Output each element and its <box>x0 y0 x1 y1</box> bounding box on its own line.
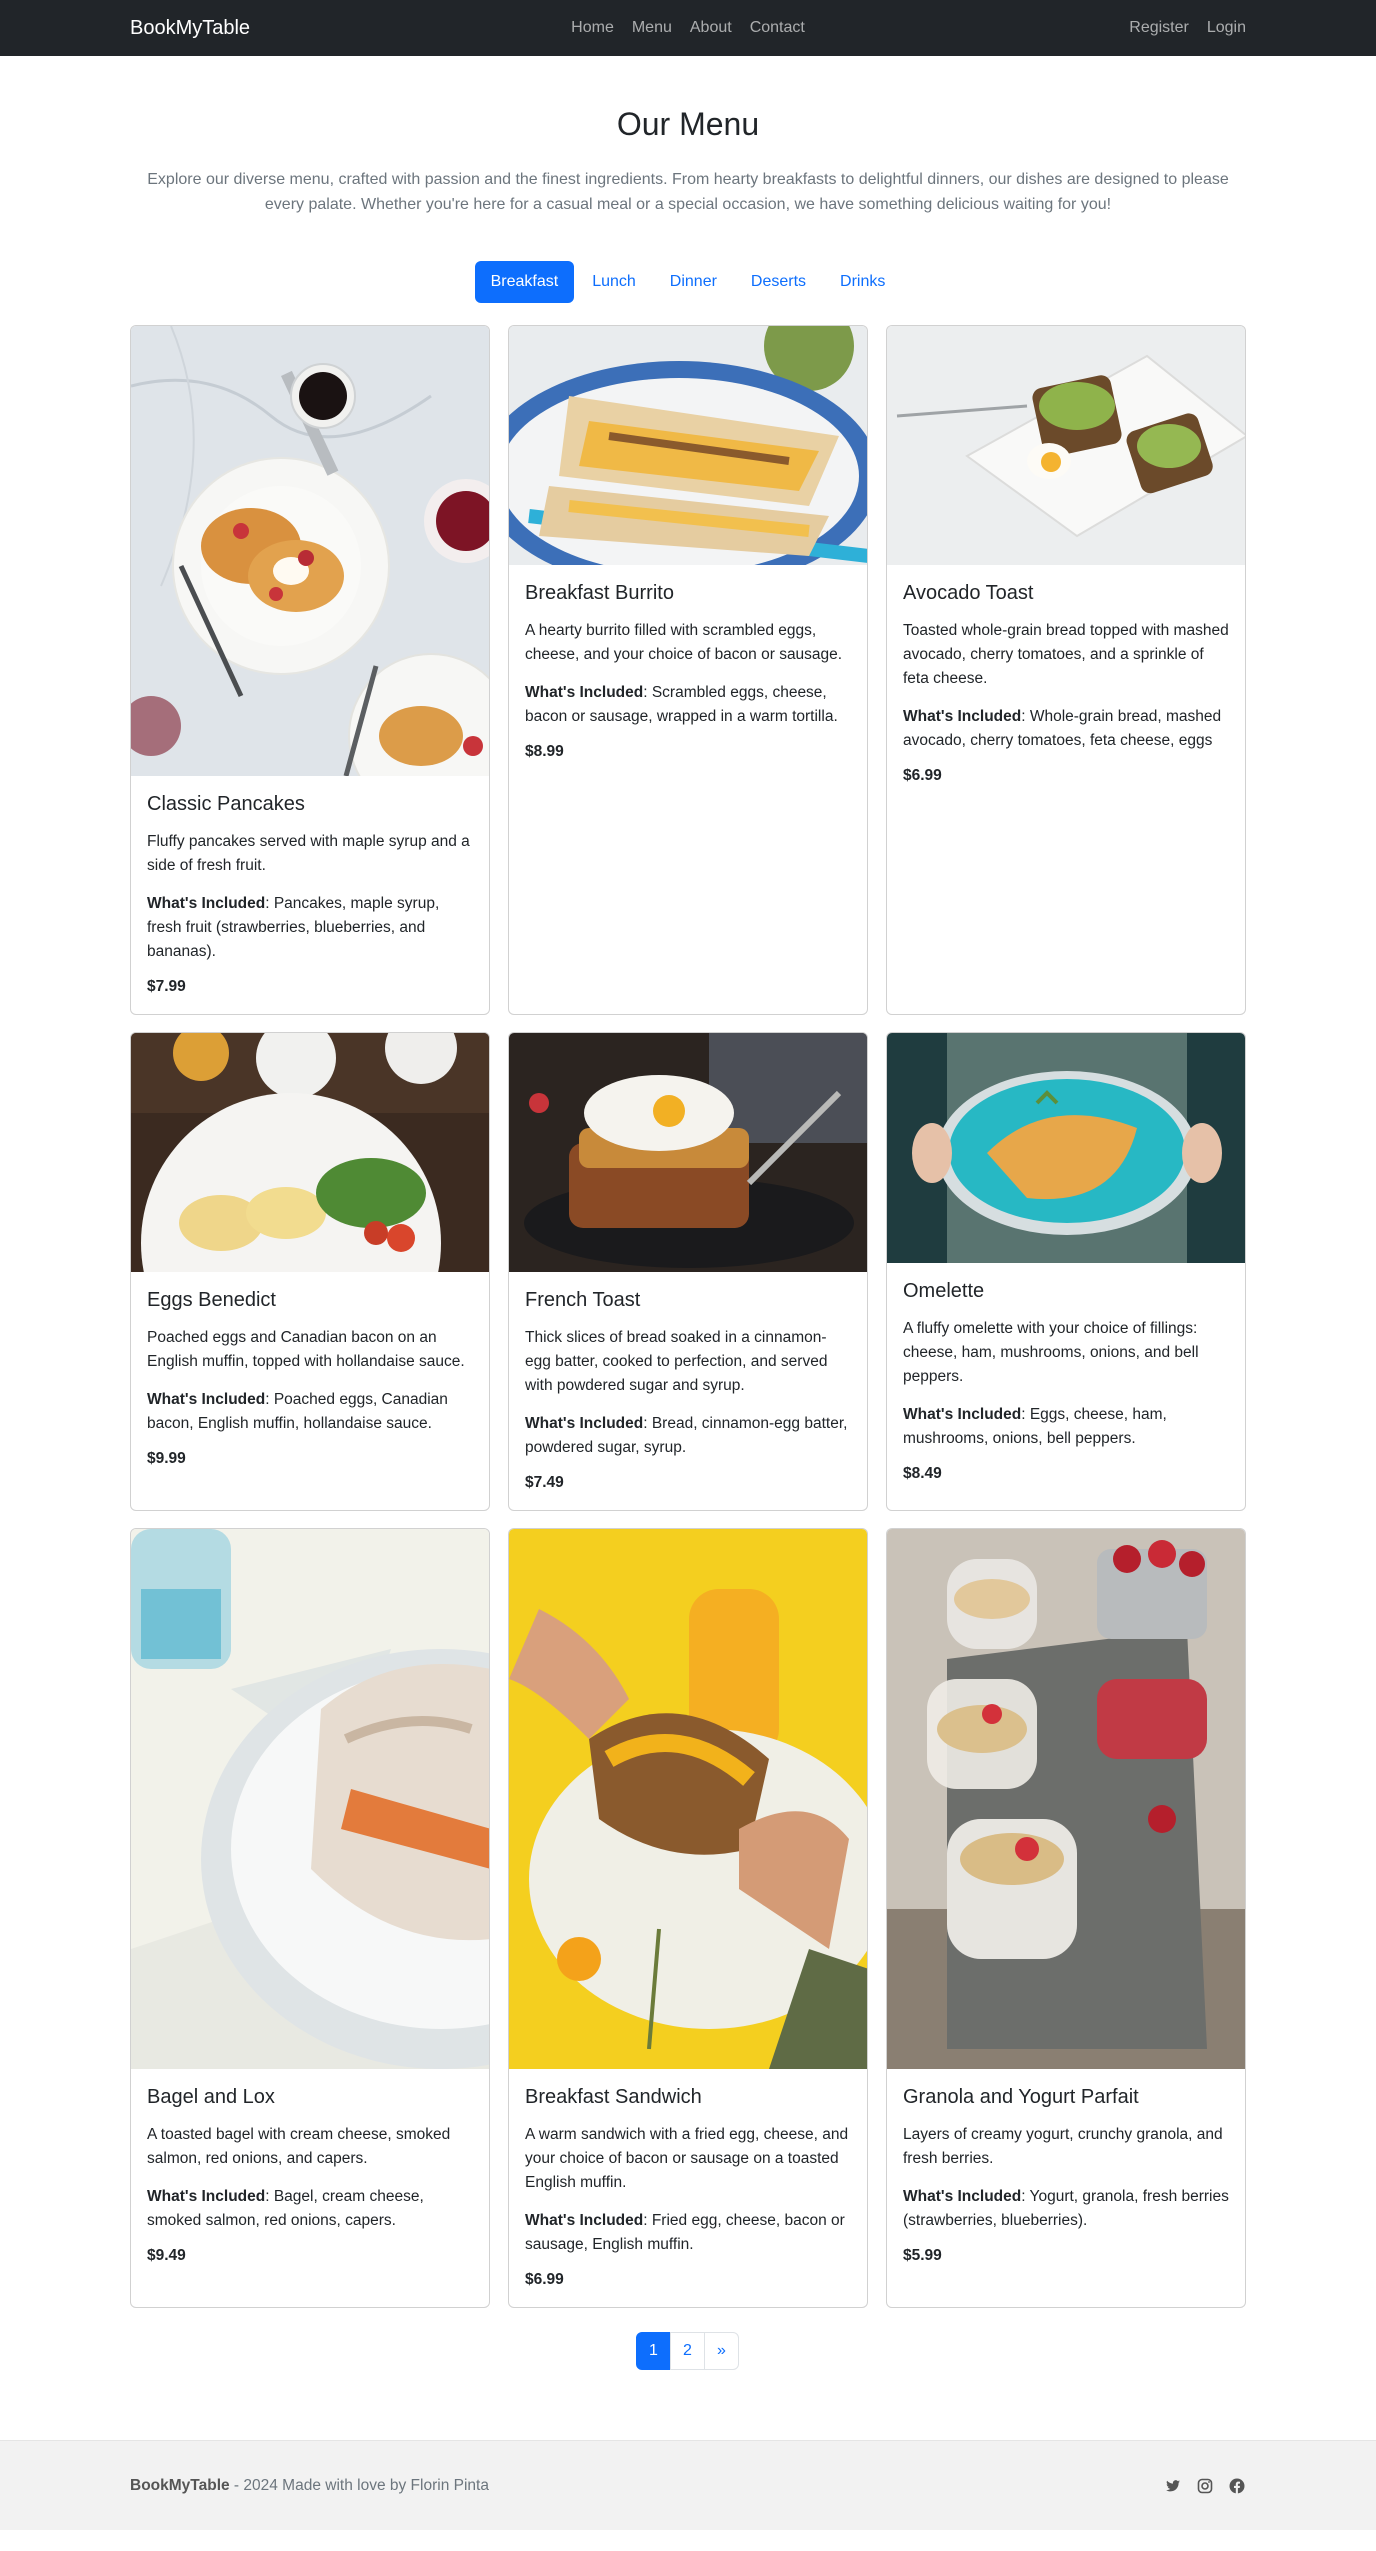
menu-card: Bagel and Lox A toasted bagel with cream… <box>130 1528 490 2308</box>
item-description: Poached eggs and Canadian bacon on an En… <box>147 1329 465 1370</box>
category-tabs: Breakfast Lunch Dinner Deserts Drinks <box>0 261 1376 303</box>
footer: BookMyTable - 2024 Made with love by Flo… <box>0 2440 1376 2530</box>
next-page-button[interactable]: » <box>704 2332 739 2370</box>
item-price: $7.99 <box>147 978 186 995</box>
item-title: Bagel and Lox <box>147 2086 275 2108</box>
included-label: What's Included <box>903 2188 1022 2205</box>
menu-card: French Toast Thick slices of bread soake… <box>508 1032 868 1511</box>
included-label: What's Included <box>903 708 1022 725</box>
item-description: A fluffy omelette with your choice of fi… <box>903 1320 1199 1385</box>
included-label: What's Included <box>147 2188 266 2205</box>
nav-about[interactable]: About <box>690 19 732 37</box>
menu-card: Breakfast Burrito A hearty burrito fille… <box>508 325 868 1015</box>
item-price: $5.99 <box>903 2247 942 2264</box>
parfait-photo <box>887 1529 1245 2069</box>
item-included: What's Included: Fried egg, cheese, baco… <box>525 2209 851 2257</box>
avocado-toast-photo <box>887 326 1245 565</box>
item-title: Breakfast Sandwich <box>525 2086 702 2108</box>
item-included: What's Included: Scrambled eggs, cheese,… <box>525 681 851 729</box>
item-title: Eggs Benedict <box>147 1289 276 1311</box>
nav-menu[interactable]: Menu <box>632 19 672 37</box>
item-description: Fluffy pancakes served with maple syrup … <box>147 833 470 874</box>
navbar: BookMyTable Home Menu About Contact Regi… <box>0 0 1376 56</box>
menu-card: Granola and Yogurt Parfait Layers of cre… <box>886 1528 1246 2308</box>
tab-dinner[interactable]: Dinner <box>654 261 733 303</box>
pagination: 1 2 » <box>0 2332 1376 2370</box>
footer-brand: BookMyTable <box>130 2476 230 2494</box>
menu-card: Eggs Benedict Poached eggs and Canadian … <box>130 1032 490 1511</box>
included-label: What's Included <box>525 1415 644 1432</box>
brand-logo[interactable]: BookMyTable <box>130 17 250 40</box>
pancakes-photo <box>131 326 489 776</box>
menu-card: Classic Pancakes Fluffy pancakes served … <box>130 325 490 1015</box>
tab-deserts[interactable]: Deserts <box>735 261 822 303</box>
item-included: What's Included: Pancakes, maple syrup, … <box>147 892 473 964</box>
menu-grid: Classic Pancakes Fluffy pancakes served … <box>130 325 1246 2308</box>
omelette-photo <box>887 1033 1245 1263</box>
item-price: $8.99 <box>525 743 564 760</box>
item-title: Breakfast Burrito <box>525 582 674 604</box>
item-description: A hearty burrito filled with scrambled e… <box>525 622 843 663</box>
item-included: What's Included: Poached eggs, Canadian … <box>147 1388 473 1436</box>
item-price: $8.49 <box>903 1465 942 1482</box>
page-title: Our Menu <box>616 106 760 142</box>
twitter-icon[interactable] <box>1164 2477 1182 2495</box>
menu-card: Omelette A fluffy omelette with your cho… <box>886 1032 1246 1511</box>
facebook-icon[interactable] <box>1228 2477 1246 2495</box>
item-included: What's Included: Whole-grain bread, mash… <box>903 705 1229 753</box>
menu-card: Breakfast Sandwich A warm sandwich with … <box>508 1528 868 2308</box>
tab-drinks[interactable]: Drinks <box>824 261 901 303</box>
item-included: What's Included: Yogurt, granola, fresh … <box>903 2185 1229 2233</box>
bagel-lox-photo <box>131 1529 489 2069</box>
item-title: Classic Pancakes <box>147 793 305 815</box>
item-price: $7.49 <box>525 1474 564 1491</box>
nav-home[interactable]: Home <box>571 19 614 37</box>
included-label: What's Included <box>147 1391 266 1408</box>
item-price: $6.99 <box>525 2271 564 2288</box>
item-description: Toasted whole-grain bread topped with ma… <box>903 622 1229 687</box>
item-included: What's Included: Bread, cinnamon-egg bat… <box>525 1412 851 1460</box>
page-2-button[interactable]: 2 <box>670 2332 705 2370</box>
item-title: Granola and Yogurt Parfait <box>903 2086 1139 2108</box>
social-links <box>1164 2477 1246 2495</box>
included-label: What's Included <box>525 684 644 701</box>
eggs-benedict-photo <box>131 1033 489 1272</box>
auth-nav: Register Login <box>1129 19 1246 37</box>
french-toast-photo <box>509 1033 867 1272</box>
login-link[interactable]: Login <box>1207 19 1246 37</box>
item-price: $9.99 <box>147 1450 186 1467</box>
item-description: Layers of creamy yogurt, crunchy granola… <box>903 2126 1223 2167</box>
menu-card: Avocado Toast Toasted whole-grain bread … <box>886 325 1246 1015</box>
item-included: What's Included: Eggs, cheese, ham, mush… <box>903 1403 1229 1451</box>
item-included: What's Included: Bagel, cream cheese, sm… <box>147 2185 473 2233</box>
tab-lunch[interactable]: Lunch <box>576 261 652 303</box>
item-title: Omelette <box>903 1280 985 1302</box>
menu-intro: Explore our diverse menu, crafted with p… <box>147 171 1229 213</box>
item-price: $9.49 <box>147 2247 186 2264</box>
item-description: A warm sandwich with a fried egg, cheese… <box>525 2126 849 2191</box>
breakfast-sandwich-photo <box>509 1529 867 2069</box>
burrito-photo <box>509 326 867 565</box>
tab-breakfast[interactable]: Breakfast <box>474 261 575 303</box>
footer-credit: BookMyTable - 2024 Made with love by Flo… <box>130 2477 489 2495</box>
footer-copyright: - 2024 Made with love by Florin Pinta <box>229 2476 489 2494</box>
main-nav: Home Menu About Contact <box>571 19 805 37</box>
register-link[interactable]: Register <box>1129 19 1189 37</box>
item-description: A toasted bagel with cream cheese, smoke… <box>147 2126 451 2167</box>
included-label: What's Included <box>525 2212 644 2229</box>
instagram-icon[interactable] <box>1196 2477 1214 2495</box>
item-description: Thick slices of bread soaked in a cinnam… <box>525 1329 828 1394</box>
included-label: What's Included <box>903 1406 1022 1423</box>
item-title: French Toast <box>525 1289 641 1311</box>
item-price: $6.99 <box>903 767 942 784</box>
item-title: Avocado Toast <box>903 582 1034 604</box>
nav-contact[interactable]: Contact <box>750 19 805 37</box>
page-1-button[interactable]: 1 <box>636 2332 671 2370</box>
included-label: What's Included <box>147 895 266 912</box>
